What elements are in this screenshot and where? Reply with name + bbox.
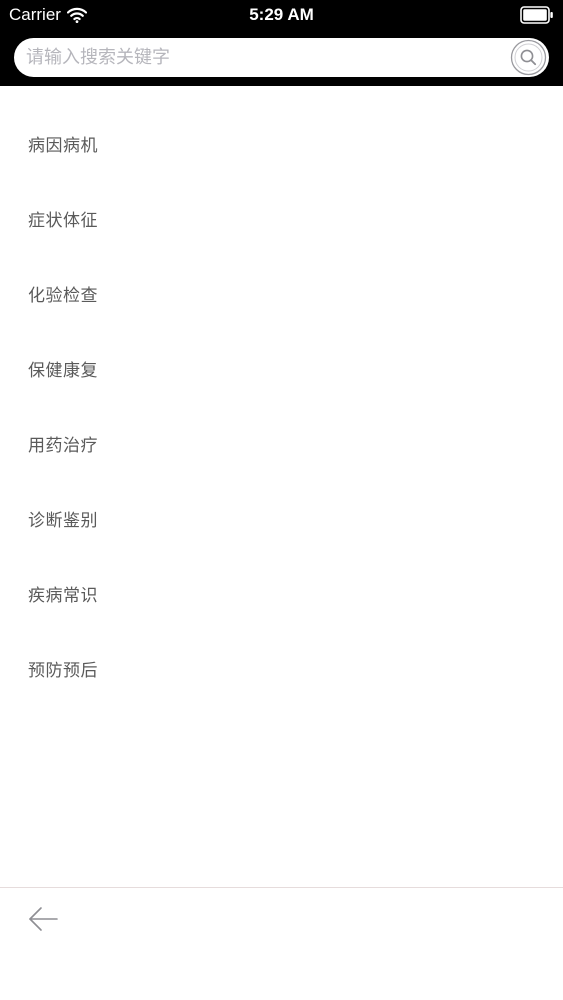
category-item-symptoms[interactable]: 症状体征 [0,181,563,256]
back-arrow-icon[interactable] [27,905,59,933]
category-label: 病因病机 [28,136,98,156]
category-list: 病因病机 症状体征 化验检查 保健康复 用药治疗 诊断鉴别 疾病常识 预防预后 [0,106,563,706]
category-item-treatment[interactable]: 用药治疗 [0,406,563,481]
category-item-diagnosis[interactable]: 诊断鉴别 [0,481,563,556]
category-item-lab-tests[interactable]: 化验检查 [0,256,563,331]
category-label: 预防预后 [28,661,98,681]
category-label: 疾病常识 [28,586,98,606]
category-label: 保健康复 [28,361,98,381]
category-label: 症状体征 [28,211,98,231]
search-icon[interactable] [510,39,547,76]
category-label: 用药治疗 [28,436,98,456]
category-item-causes[interactable]: 病因病机 [0,106,563,181]
category-label: 化验检查 [28,286,98,306]
status-time: 5:29 AM [249,5,314,24]
category-item-prevention[interactable]: 预防预后 [0,631,563,706]
header: Carrier 5:29 AM [0,0,563,86]
battery-icon [520,6,553,24]
category-label: 诊断鉴别 [28,511,98,531]
category-item-rehabilitation[interactable]: 保健康复 [0,331,563,406]
bottom-toolbar [0,887,563,1000]
search-bar [14,38,549,77]
search-input[interactable] [26,38,496,77]
category-item-disease-knowledge[interactable]: 疾病常识 [0,556,563,631]
status-bar: Carrier 5:29 AM [0,0,563,30]
